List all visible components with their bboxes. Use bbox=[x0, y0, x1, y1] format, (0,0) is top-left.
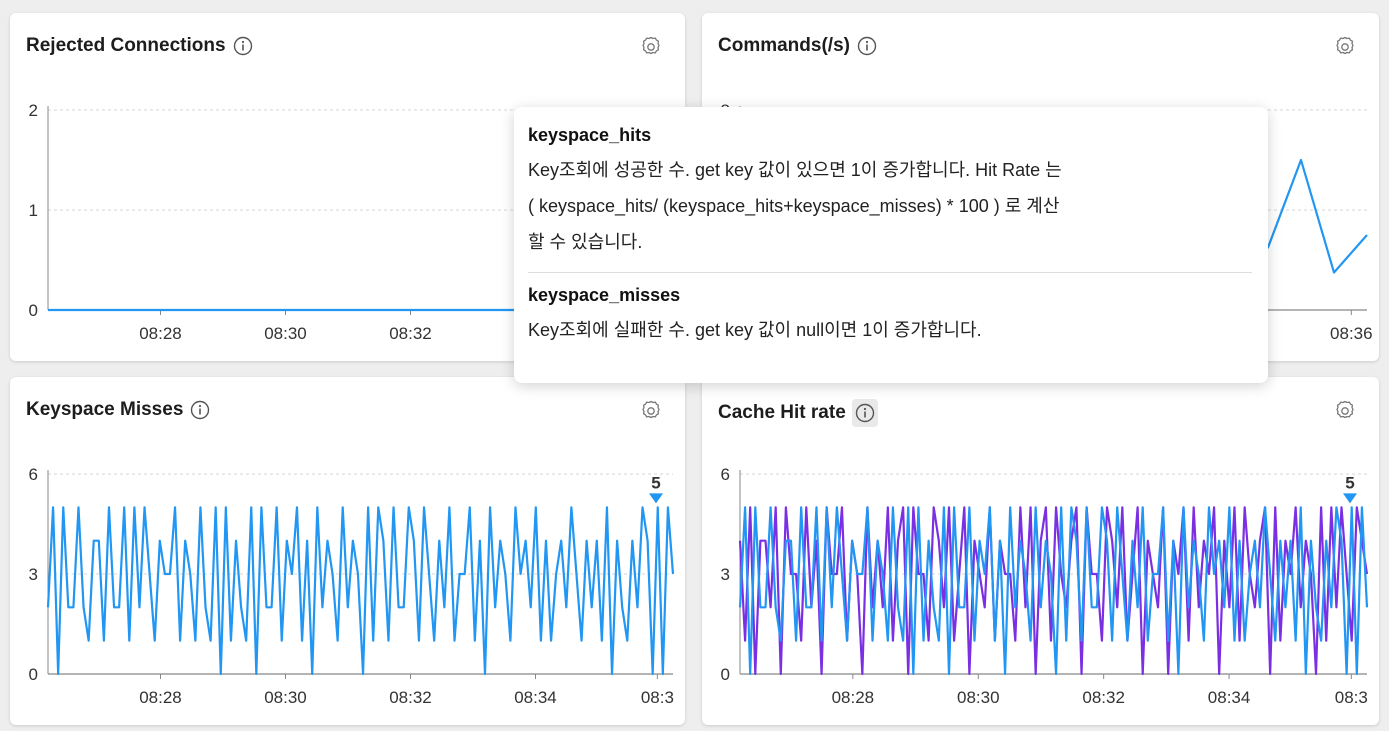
panel-title: Cache Hit rate bbox=[718, 399, 878, 427]
y-tick-label: 3 bbox=[29, 565, 38, 584]
info-icon[interactable] bbox=[851, 399, 878, 427]
x-tick-label: 08:32 bbox=[1082, 688, 1125, 707]
cache-hit-rate-panel: 0 3 6 08:28 08:30 08:32 08:34 08:3 5 Cache Hit r… bbox=[702, 377, 1379, 725]
x-tick-label: 08:36 bbox=[1330, 324, 1373, 343]
tooltip-item: keyspace_misses Key조회에 실패한 수. get key 값이… bbox=[528, 285, 1252, 348]
y-tick-label: 3 bbox=[721, 565, 730, 584]
x-tick-label: 08:32 bbox=[389, 688, 432, 707]
panel-title: Keyspace Misses bbox=[26, 399, 211, 421]
panel-title-text: Keyspace Misses bbox=[26, 399, 184, 420]
panel-title-text: Commands(/s) bbox=[718, 35, 850, 56]
max-marker-label: 5 bbox=[651, 473, 660, 492]
tooltip-line: ( keyspace_hits/ (keyspace_hits+keyspace… bbox=[528, 196, 1060, 216]
y-tick-label: 2 bbox=[29, 101, 38, 120]
panel-title: Rejected Connections bbox=[26, 35, 254, 57]
tooltip-line: 할 수 있습니다. bbox=[528, 232, 643, 252]
info-icon[interactable] bbox=[232, 35, 254, 57]
keyspace-misses-chart: 0 3 6 08:28 08:30 08:32 08:34 08:3 5 bbox=[29, 465, 675, 707]
y-tick-label: 0 bbox=[29, 665, 38, 684]
metric-tooltip: keyspace_hits Key조회에 성공한 수. get key 값이 있… bbox=[514, 107, 1268, 383]
x-tick-label: 08:32 bbox=[389, 324, 432, 343]
y-tick-label: 6 bbox=[721, 465, 730, 484]
max-marker-label: 5 bbox=[1345, 473, 1354, 492]
x-tick-label: 08:34 bbox=[514, 688, 557, 707]
x-tick-label: 08:30 bbox=[957, 688, 1000, 707]
y-tick-label: 6 bbox=[29, 465, 38, 484]
x-tick-label: 08:34 bbox=[1208, 688, 1251, 707]
series-line-1 bbox=[46, 506, 675, 676]
x-tick-label: 08:30 bbox=[264, 688, 307, 707]
info-icon[interactable] bbox=[856, 35, 878, 57]
max-marker bbox=[649, 493, 663, 504]
cache-hit-rate-chart: 0 3 6 08:28 08:30 08:32 08:34 08:3 5 bbox=[721, 465, 1369, 707]
tooltip-line: Key조회에 실패한 수. get key 값이 null이면 1이 증가합니다… bbox=[528, 320, 982, 340]
gear-icon[interactable] bbox=[1333, 35, 1357, 59]
tooltip-metric-name: keyspace_hits bbox=[528, 125, 652, 145]
x-tick-label: 08:28 bbox=[832, 688, 875, 707]
panel-title-text: Rejected Connections bbox=[26, 35, 226, 56]
tooltip-metric-name: keyspace_misses bbox=[528, 285, 681, 305]
x-tick-label: 08:28 bbox=[139, 324, 182, 343]
y-tick-label: 1 bbox=[29, 201, 38, 220]
info-icon[interactable] bbox=[189, 399, 211, 421]
x-tick-label: 08:3 bbox=[1335, 688, 1368, 707]
keyspace-misses-panel: 0 3 6 08:28 08:30 08:32 08:34 08:3 5 Keyspace Mi… bbox=[10, 377, 685, 725]
x-tick-label: 08:30 bbox=[264, 324, 307, 343]
tooltip-line: Key조회에 성공한 수. get key 값이 있으면 1이 증가합니다. H… bbox=[528, 160, 1062, 180]
tooltip-divider bbox=[528, 272, 1252, 273]
tooltip-item: keyspace_hits Key조회에 성공한 수. get key 값이 있… bbox=[528, 125, 1252, 260]
gear-icon[interactable] bbox=[639, 35, 663, 59]
y-tick-label: 0 bbox=[721, 665, 730, 684]
x-tick-label: 08:28 bbox=[139, 688, 182, 707]
gear-icon[interactable] bbox=[639, 399, 663, 423]
panel-title-text: Cache Hit rate bbox=[718, 402, 846, 423]
x-tick-label: 08:3 bbox=[641, 688, 674, 707]
max-marker bbox=[1343, 493, 1357, 504]
panel-title: Commands(/s) bbox=[718, 35, 878, 57]
y-tick-label: 0 bbox=[29, 301, 38, 320]
gear-icon[interactable] bbox=[1333, 399, 1357, 423]
series-line-1 bbox=[738, 506, 1369, 676]
